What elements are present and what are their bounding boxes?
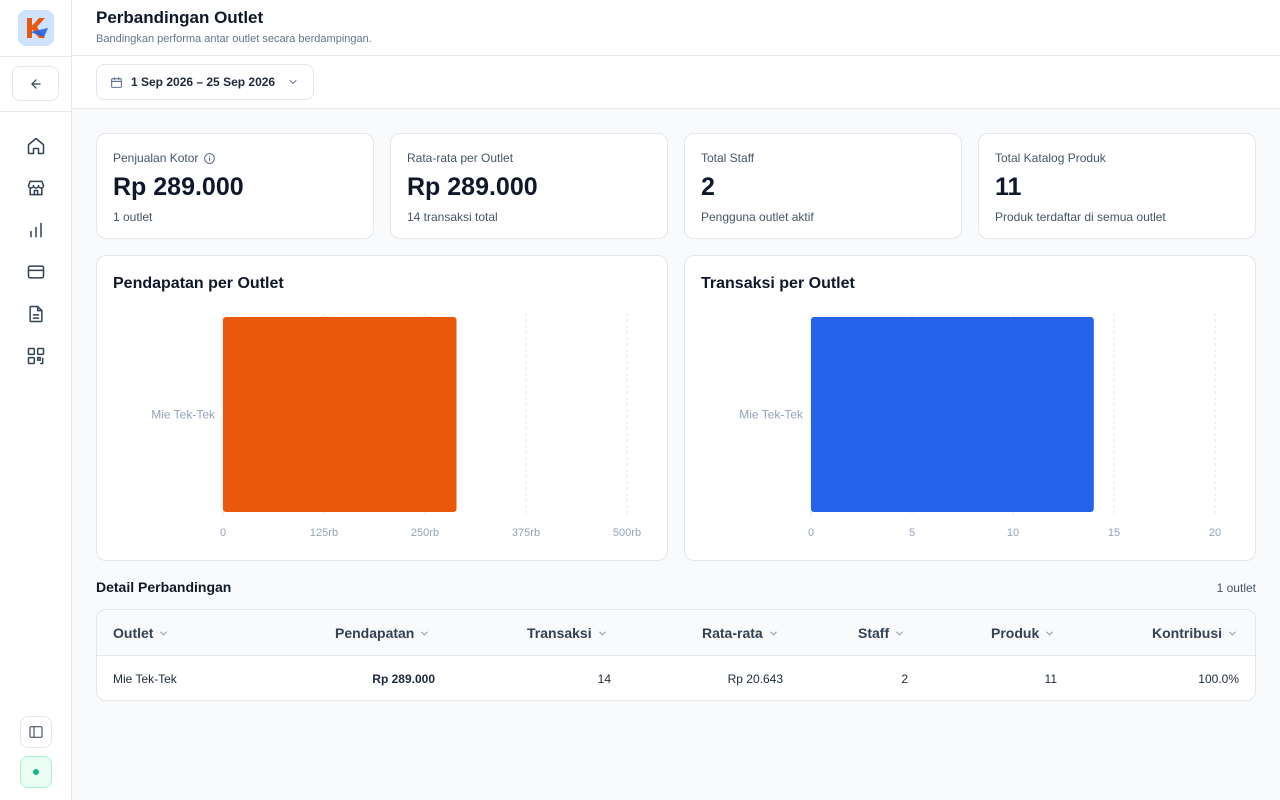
- qr-code-icon: [27, 347, 45, 365]
- status-indicator-button[interactable]: [20, 756, 52, 788]
- x-tick-label: 5: [909, 527, 915, 539]
- sidebar-item-documents[interactable]: [24, 302, 48, 326]
- arrow-left-icon: [30, 78, 41, 89]
- revenue-bar-chart: 0 125rb 250rb 375rb 500rb Mie Tek-Tek: [151, 313, 641, 539]
- stat-card-total-staff: Total Staff 2 Pengguna outlet aktif: [684, 133, 962, 239]
- x-tick-label: 125rb: [310, 527, 338, 539]
- x-tick-label: 500rb: [613, 527, 641, 539]
- stat-subtext: Pengguna outlet aktif: [701, 210, 814, 224]
- stat-card-gross-sales: Penjualan Kotor Rp 289.000 1 outlet: [96, 133, 374, 239]
- stat-card-average-per-outlet: Rata-rata per Outlet Rp 289.000 14 trans…: [390, 133, 668, 239]
- date-range-picker[interactable]: 1 Sep 2026 – 25 Sep 2026: [96, 64, 314, 100]
- logo-icon: [18, 10, 54, 46]
- x-tick-label: 0: [808, 527, 814, 539]
- bar: [223, 317, 457, 512]
- stat-label: Total Staff: [701, 151, 755, 165]
- stat-label: Rata-rata per Outlet: [407, 151, 514, 165]
- column-header-staff[interactable]: Staff: [858, 610, 905, 656]
- sort-chevron-icon: [421, 631, 429, 636]
- sort-chevron-icon: [769, 631, 777, 636]
- x-tick-label: 375rb: [512, 527, 540, 539]
- sort-chevron-icon: [1046, 631, 1054, 636]
- cell-products: 11: [1044, 671, 1057, 686]
- stat-label: Penjualan Kotor: [113, 151, 199, 165]
- store-icon: [27, 180, 45, 196]
- stat-value: 11: [995, 173, 1022, 201]
- column-label: Outlet: [113, 625, 154, 641]
- cell-contribution: 100.0%: [1198, 671, 1239, 686]
- chevron-down-icon: [287, 76, 299, 88]
- stat-subtext: 1 outlet: [113, 210, 153, 224]
- cell-transactions: 14: [597, 671, 611, 686]
- toolbar: 1 Sep 2026 – 25 Sep 2026: [72, 56, 1280, 109]
- info-icon[interactable]: [203, 152, 216, 165]
- toggle-sidebar-button[interactable]: [20, 716, 52, 748]
- column-label: Staff: [858, 625, 890, 641]
- sidebar-divider: [0, 111, 72, 112]
- table-header: Outlet Pendapatan Transaksi Rata-rata St…: [97, 610, 1255, 656]
- sort-chevron-icon: [896, 631, 903, 636]
- transactions-bar-chart: 0 5 10 15 20 Mie Tek-Tek: [739, 313, 1221, 539]
- x-tick-label: 20: [1209, 527, 1221, 539]
- sidebar-panel-icon: [29, 726, 43, 738]
- stat-value: Rp 289.000: [113, 173, 244, 201]
- column-header-transactions[interactable]: Transaksi: [527, 610, 608, 656]
- x-tick-label: 0: [220, 527, 226, 539]
- sort-chevron-icon: [598, 631, 606, 636]
- sidebar-item-payments[interactable]: [24, 260, 48, 284]
- x-tick-label: 10: [1007, 527, 1019, 539]
- stat-card-total-catalog: Total Katalog Produk 11 Produk terdaftar…: [978, 133, 1256, 239]
- x-tick-label: 15: [1108, 527, 1120, 539]
- stat-label: Total Katalog Produk: [995, 151, 1106, 165]
- page-header: Perbandingan Outlet Bandingkan performa …: [72, 0, 1280, 56]
- column-header-average[interactable]: Rata-rata: [702, 610, 779, 656]
- chart-card-transactions: Transaksi per Outlet 0 5 10 15 20 Mie Tek-Tek: [684, 255, 1256, 561]
- column-header-outlet[interactable]: Outlet: [113, 610, 169, 656]
- stat-subtext: 14 transaksi total: [407, 210, 498, 224]
- section-count: 1 outlet: [1216, 581, 1256, 595]
- back-button[interactable]: [12, 66, 59, 101]
- bar-chart-icon: [30, 222, 42, 238]
- column-label: Kontribusi: [1152, 625, 1222, 641]
- column-header-products[interactable]: Produk: [991, 610, 1055, 656]
- home-icon: [27, 137, 45, 155]
- sidebar-item-home[interactable]: [24, 134, 48, 158]
- cell-staff: 2: [901, 671, 908, 686]
- cell-revenue: Rp 289.000: [372, 671, 435, 686]
- sort-chevron-icon: [1229, 631, 1236, 636]
- comparison-table: Outlet Pendapatan Transaksi Rata-rata St…: [96, 609, 1256, 701]
- y-category-label: Mie Tek-Tek: [739, 408, 804, 422]
- sidebar-item-store[interactable]: [24, 176, 48, 200]
- credit-card-icon: [27, 265, 45, 279]
- column-label: Rata-rata: [702, 625, 763, 641]
- sort-chevron-icon: [160, 631, 168, 636]
- stat-subtext: Produk terdaftar di semua outlet: [995, 210, 1166, 224]
- table-row[interactable]: Mie Tek-Tek Rp 289.000 14 Rp 20.643 2 11…: [97, 656, 1255, 700]
- cell-average: Rp 20.643: [727, 671, 783, 686]
- sidebar-item-qr[interactable]: [24, 344, 48, 368]
- app-logo[interactable]: [18, 10, 54, 46]
- bar: [811, 317, 1094, 512]
- column-header-contribution[interactable]: Kontribusi: [1152, 610, 1238, 656]
- online-status-dot: [33, 769, 39, 775]
- section-title: Detail Perbandingan: [96, 579, 232, 595]
- sidebar-item-reports[interactable]: [24, 218, 48, 242]
- column-label: Pendapatan: [335, 625, 415, 641]
- chart-card-revenue: Pendapatan per Outlet 0 125rb 250rb 375rb 50…: [96, 255, 668, 561]
- sidebar-divider: [0, 56, 72, 57]
- date-range-text: 1 Sep 2026 – 25 Sep 2026: [131, 75, 276, 89]
- column-header-revenue[interactable]: Pendapatan: [335, 610, 430, 656]
- column-label: Produk: [991, 625, 1040, 641]
- x-tick-label: 250rb: [411, 527, 439, 539]
- stat-value: 2: [701, 173, 715, 201]
- y-category-label: Mie Tek-Tek: [151, 408, 216, 422]
- cell-outlet: Mie Tek-Tek: [113, 671, 177, 686]
- stat-value: Rp 289.000: [407, 173, 538, 201]
- sidebar: [0, 0, 72, 800]
- calendar-icon: [111, 76, 122, 88]
- page-title: Perbandingan Outlet: [96, 8, 264, 27]
- page-subtitle: Bandingkan performa antar outlet secara …: [96, 33, 372, 45]
- document-icon: [29, 305, 43, 323]
- column-label: Transaksi: [527, 625, 592, 641]
